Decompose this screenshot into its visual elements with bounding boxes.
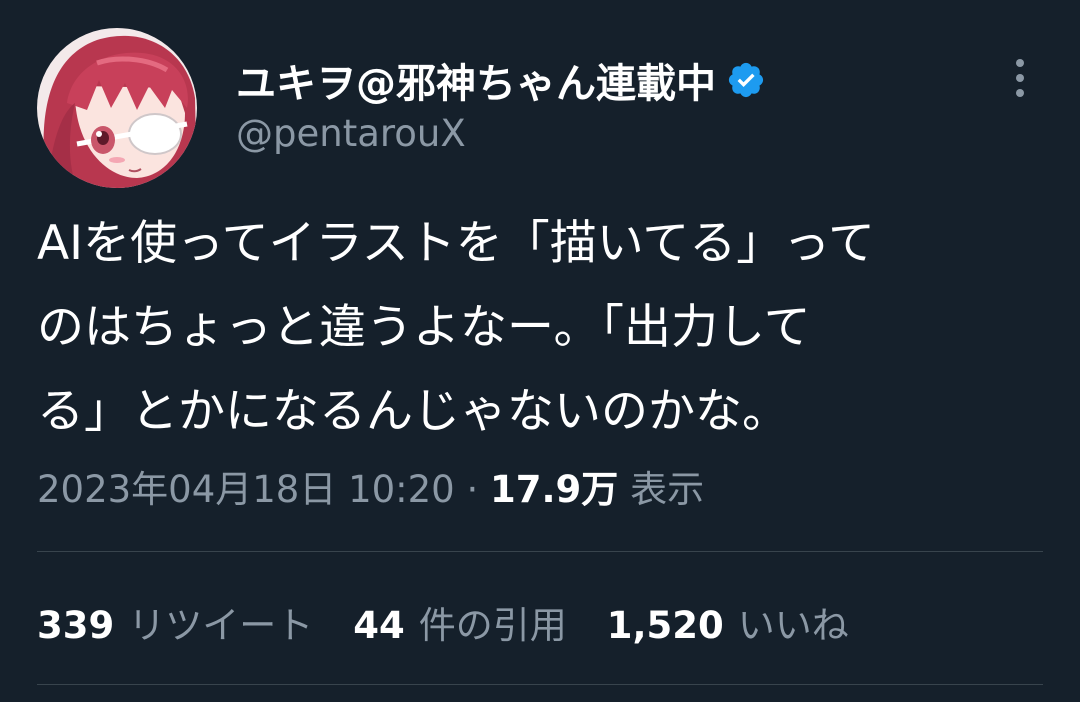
quotes-stat[interactable]: 44 件の引用 [353,595,567,649]
author-avatar[interactable] [37,28,197,188]
likes-count: 1,520 [606,604,724,647]
quotes-label: 件の引用 [418,604,567,647]
meta-separator: · [466,468,479,511]
retweets-label: リツイート [128,604,314,647]
retweets-count: 339 [37,604,115,647]
views-label: 表示 [630,468,705,511]
more-options-button[interactable] [1005,56,1035,100]
views-count: 17.9万 [490,468,619,511]
tweet-timestamp[interactable]: 2023年04月18日 10:20 [37,468,455,511]
quotes-count: 44 [353,604,405,647]
avatar-image [37,28,197,188]
tweet-text-line: る」とかになるんじゃないのかな。 [37,384,789,439]
retweets-stat[interactable]: 339 リツイート [37,595,313,649]
likes-stat[interactable]: 1,520 いいね [607,595,849,649]
verified-badge-icon [728,62,764,98]
author-handle[interactable]: @pentarouX [236,112,466,155]
tweet-meta: 2023年04月18日 10:20 · 17.9万 表示 [37,462,704,518]
tweet-text-line: のはちょっと違うよなー。「出力して [37,300,811,355]
vertical-ellipsis-icon [1016,59,1024,97]
author-name-row[interactable]: ユキヲ@邪神ちゃん連載中 [236,52,766,108]
tweet-text: AIを使ってイラストを「描いてる」って のはちょっと違うよなー。「出力して る」… [37,202,1047,454]
tweet-text-line: AIを使ってイラストを「描いてる」って [37,216,875,271]
likes-label: いいね [737,604,849,647]
author-display-name[interactable]: ユキヲ@邪神ちゃん連載中 [236,51,716,109]
divider-bottom [37,684,1043,685]
tweet-stats: 339 リツイート 44 件の引用 1,520 いいね [37,594,889,650]
divider-top [37,551,1043,552]
